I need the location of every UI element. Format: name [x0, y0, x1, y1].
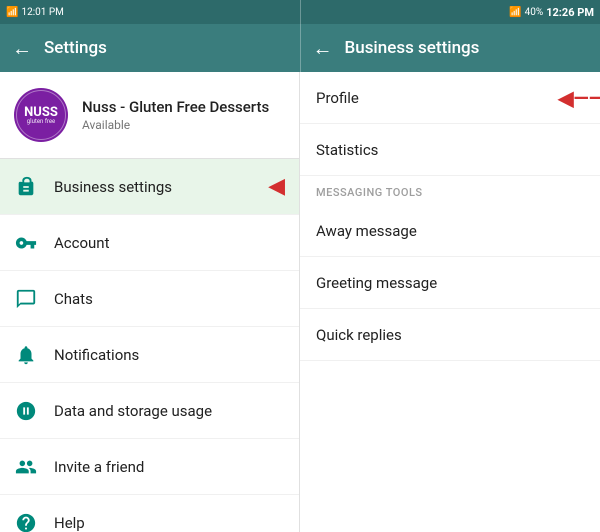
right-time: 12:26 PM: [546, 6, 594, 19]
key-icon: [14, 231, 38, 255]
status-bar-right: 📶 40% 12:26 PM: [301, 0, 600, 24]
menu-item-chats[interactable]: Chats: [0, 271, 299, 327]
greeting-message-label: Greeting message: [316, 274, 437, 292]
right-menu-item-profile[interactable]: Profile ◀——: [300, 72, 600, 124]
menu-item-invite[interactable]: Invite a friend: [0, 439, 299, 495]
business-settings-label: Business settings: [54, 178, 172, 196]
left-time: 12:01 PM: [21, 7, 63, 18]
help-label: Help: [54, 514, 85, 532]
main-content: NUSS gluten free Nuss - Gluten Free Dess…: [0, 72, 600, 532]
settings-title: Settings: [44, 38, 107, 58]
right-menu-item-away-message[interactable]: Away message: [300, 205, 600, 257]
toolbar-right: ← Business settings: [301, 24, 600, 72]
status-bar-left: 📶 12:01 PM: [0, 0, 300, 24]
chats-label: Chats: [54, 290, 93, 308]
right-menu-item-quick-replies[interactable]: Quick replies: [300, 309, 600, 361]
data-storage-label: Data and storage usage: [54, 402, 212, 420]
account-label: Account: [54, 234, 110, 252]
help-icon: [14, 511, 38, 532]
toolbar-left: ← Settings: [0, 24, 300, 72]
menu-item-data-storage[interactable]: Data and storage usage: [0, 383, 299, 439]
business-settings-title: Business settings: [345, 38, 480, 58]
profile-label: Profile: [316, 89, 359, 107]
quick-replies-label: Quick replies: [316, 326, 402, 344]
notifications-label: Notifications: [54, 346, 139, 364]
right-menu-item-statistics[interactable]: Statistics: [300, 124, 600, 176]
red-arrow-business: ◀: [268, 174, 285, 199]
menu-item-help[interactable]: Help: [0, 495, 299, 532]
toolbar: ← Settings ← Business settings: [0, 24, 600, 72]
left-panel: NUSS gluten free Nuss - Gluten Free Dess…: [0, 72, 300, 532]
messaging-tools-header: MESSAGING TOOLS: [300, 176, 600, 205]
right-menu-item-greeting-message[interactable]: Greeting message: [300, 257, 600, 309]
menu-item-account[interactable]: Account: [0, 215, 299, 271]
right-battery: 40%: [525, 7, 544, 18]
profile-availability: Available: [82, 118, 269, 132]
profile-info: Nuss - Gluten Free Desserts Available: [82, 98, 269, 132]
away-message-label: Away message: [316, 222, 417, 240]
right-signal-icon: 📶: [509, 7, 521, 18]
briefcase-icon: [14, 175, 38, 199]
data-icon: [14, 399, 38, 423]
left-signal-icon: 📶: [6, 7, 18, 18]
statistics-label: Statistics: [316, 141, 378, 159]
menu-item-notifications[interactable]: Notifications: [0, 327, 299, 383]
profile-name: Nuss - Gluten Free Desserts: [82, 98, 269, 116]
right-panel: Profile ◀—— Statistics MESSAGING TOOLS A…: [300, 72, 600, 532]
people-icon: [14, 455, 38, 479]
back-button-left[interactable]: ←: [12, 36, 32, 61]
chat-icon: [14, 287, 38, 311]
status-bars: 📶 12:01 PM 📶 40% 12:26 PM: [0, 0, 600, 24]
bell-icon: [14, 343, 38, 367]
profile-section[interactable]: NUSS gluten free Nuss - Gluten Free Dess…: [0, 72, 299, 159]
avatar: NUSS gluten free: [14, 88, 68, 142]
menu-item-business-settings[interactable]: Business settings ◀: [0, 159, 299, 215]
red-arrow-profile: ◀——: [558, 86, 600, 110]
invite-label: Invite a friend: [54, 458, 144, 476]
back-button-right[interactable]: ←: [313, 36, 333, 61]
